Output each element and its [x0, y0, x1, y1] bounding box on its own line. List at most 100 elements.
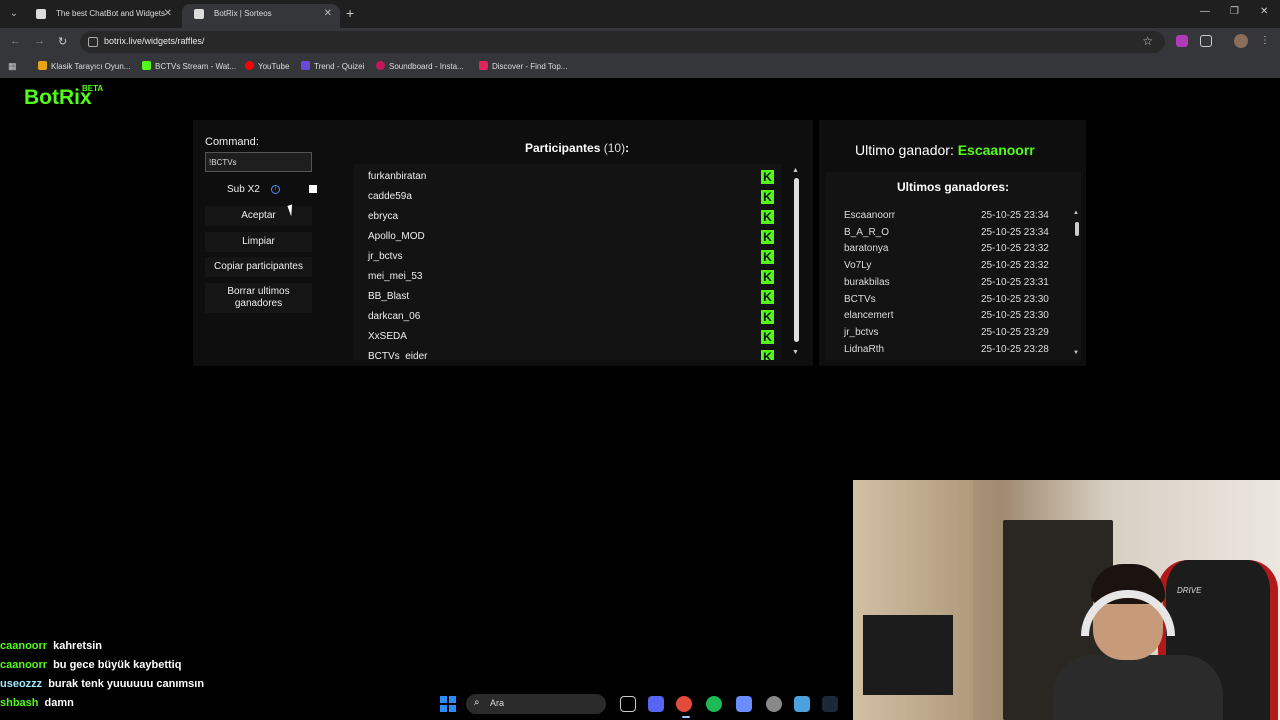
browser-tab-chatbot[interactable]: The best ChatBot and Widgets ✕	[24, 4, 180, 28]
winner-name: B_A_R_O	[844, 226, 890, 238]
close-tab-icon[interactable]: ✕	[324, 4, 332, 24]
participant-name: BCTVs_eider	[368, 351, 428, 360]
last-winner-name: Escaanoorr	[957, 142, 1035, 158]
task-view-icon[interactable]	[620, 696, 636, 712]
limpiar-button[interactable]: Limpiar	[205, 232, 312, 252]
bookmark-bctvs[interactable]: BCTVs Stream - Wat...	[142, 61, 236, 71]
url-bar[interactable]: botrix.live/widgets/raffles/ ☆	[80, 31, 1165, 53]
extension-icon[interactable]	[1176, 35, 1188, 47]
participant-row: ebryca K	[353, 207, 774, 227]
bookmark-label: Klasik Tarayıcı Oyun...	[51, 62, 131, 71]
restore-icon[interactable]: ❐	[1230, 6, 1239, 17]
extensions-puzzle-icon[interactable]	[1200, 35, 1212, 47]
bookmark-label: BCTVs Stream - Wat...	[155, 62, 237, 71]
winner-date: 25-10-25 23:34	[981, 210, 1049, 221]
bookmark-label: Trend - Quizei	[314, 62, 365, 71]
bookmark-label: Discover - Find Top...	[492, 62, 568, 71]
winner-row: BCTVs 25-10-25 23:30	[844, 294, 1064, 310]
more-menu-icon[interactable]: ⋮	[1260, 35, 1272, 47]
profile-avatar[interactable]	[1234, 34, 1248, 48]
url-text: botrix.live/widgets/raffles/	[104, 36, 205, 46]
apps-grid-icon[interactable]: ▦	[8, 61, 18, 71]
copiar-participantes-button[interactable]: Copiar participantes	[205, 257, 312, 277]
chat-text: damn	[44, 697, 74, 709]
winners-list[interactable]: Ultimos ganadores: ▲ ▼ Escaanoorr 25-10-2…	[825, 172, 1081, 360]
winner-date: 25-10-25 23:29	[981, 326, 1049, 338]
window-close-icon[interactable]: ✕	[1260, 6, 1268, 17]
notepad-icon[interactable]	[794, 696, 810, 712]
kick-favicon-icon	[142, 61, 151, 70]
bookmark-star-icon[interactable]: ☆	[1142, 34, 1153, 48]
youtube-icon	[245, 61, 254, 70]
kick-platform-icon: K	[761, 210, 774, 224]
browser-tab-bar: ⌄ The best ChatBot and Widgets ✕ BotRix …	[0, 0, 1280, 28]
winner-date: 25-10-25 23:28	[981, 343, 1049, 355]
participants-list[interactable]: furkanbiratan Kcadde59a Kebryca K Apollo_MOD…	[353, 164, 781, 360]
bookmark-youtube[interactable]: YouTube	[245, 61, 289, 71]
participant-name: Apollo_MOD	[368, 231, 425, 242]
kick-platform-icon: K	[761, 290, 774, 304]
participant-row: Apollo_MOD K	[353, 227, 774, 247]
bookmark-klasik[interactable]: Klasik Tarayıcı Oyun...	[38, 61, 130, 71]
participant-row: cadde59a K	[353, 187, 774, 207]
winner-date: 25-10-25 23:32	[981, 243, 1049, 255]
command-input[interactable]: !BCTVs	[205, 152, 312, 172]
scroll-up-arrow-icon[interactable]: ▲	[1073, 210, 1079, 216]
winners-scrollbar[interactable]	[1075, 222, 1079, 236]
winners-panel: Ultimo ganador: Escaanoorr Ultimos ganad…	[819, 120, 1086, 366]
participant-row: BB_Blast K	[353, 287, 774, 307]
webcam-monitor	[863, 615, 953, 695]
chat-username: useozzz	[0, 678, 43, 690]
bookmarks-bar: ▦ Klasik Tarayıcı Oyun... BCTVs Stream -…	[0, 56, 1280, 78]
new-tab-icon[interactable]: +	[346, 5, 354, 21]
webcam-streamer	[1053, 564, 1223, 720]
chat-username: caanoorr	[0, 659, 48, 671]
app-icon[interactable]	[736, 696, 752, 712]
participant-name: furkanbiratan	[368, 171, 427, 182]
minimize-icon[interactable]: —	[1200, 6, 1210, 17]
chat-message: shbash damn	[0, 697, 74, 715]
info-icon[interactable]: i	[271, 185, 280, 194]
chat-text: burak tenk yuuuuuu canımsın	[48, 678, 205, 690]
kick-platform-icon: K	[761, 170, 774, 184]
participant-row: furkanbiratan K	[353, 167, 774, 187]
close-tab-icon[interactable]: ✕	[164, 4, 172, 24]
windows-start-icon[interactable]	[440, 696, 456, 712]
bookmark-quizei[interactable]: Trend - Quizei	[301, 61, 364, 71]
botrix-logo[interactable]: BotRix BETA	[24, 84, 103, 110]
participant-name: jr_bctvs	[368, 251, 403, 262]
taskbar-search[interactable]: ⌕ Ara	[466, 694, 606, 714]
scroll-up-arrow-icon[interactable]: ▲	[792, 167, 799, 174]
site-info-icon[interactable]	[88, 37, 98, 47]
steam-icon[interactable]	[822, 696, 838, 712]
webcam-feed: DRIVE	[853, 480, 1280, 720]
participant-name: mei_mei_53	[368, 271, 423, 282]
settings-gear-icon[interactable]	[766, 696, 782, 712]
winner-row: LidnaRth 25-10-25 23:28	[844, 344, 1064, 360]
browser-tab-sorteos[interactable]: BotRix | Sorteos ✕	[182, 4, 340, 28]
reload-icon[interactable]: ↻	[58, 35, 67, 48]
borrar-ultimos-ganadores-button[interactable]: Borrar ultimos ganadores	[205, 283, 312, 313]
last-winner-label: Ultimo ganador:	[855, 142, 954, 158]
discord-icon[interactable]	[648, 696, 664, 712]
bookmark-soundboard[interactable]: Soundboard - Insta...	[376, 61, 464, 71]
bookmark-discover[interactable]: Discover - Find Top...	[479, 61, 567, 71]
back-icon[interactable]: ←	[10, 35, 21, 47]
winner-row: elancemert 25-10-25 23:30	[844, 310, 1064, 326]
chat-text: bu gece büyük kaybettiq	[53, 659, 182, 671]
sub-x2-checkbox[interactable]	[309, 185, 317, 193]
participants-scrollbar[interactable]	[794, 178, 799, 342]
scroll-down-arrow-icon[interactable]: ▼	[792, 349, 799, 356]
windows-taskbar: ⌕ Ara	[430, 690, 850, 718]
bookmark-favicon-icon	[38, 61, 47, 70]
spotify-icon[interactable]	[706, 696, 722, 712]
winner-name: baratonya	[844, 243, 889, 255]
tab-search-icon[interactable]: ⌄	[6, 6, 22, 22]
winner-name: Escaanoorr	[844, 210, 896, 221]
button-label-line2: ganadores	[234, 298, 283, 309]
winner-name: LidnaRth	[844, 343, 885, 355]
bookmark-label: YouTube	[258, 62, 290, 71]
chrome-icon[interactable]	[676, 696, 692, 712]
scroll-down-arrow-icon[interactable]: ▼	[1073, 350, 1079, 356]
forward-icon[interactable]: →	[34, 35, 45, 47]
